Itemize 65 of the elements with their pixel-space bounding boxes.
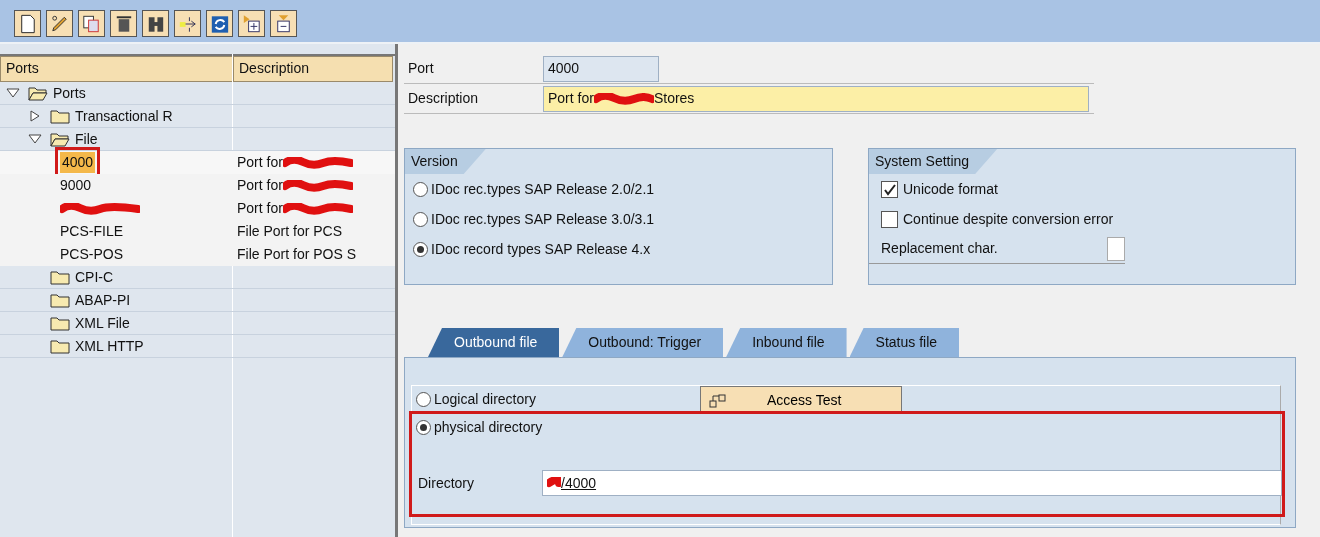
pencil-button[interactable] xyxy=(46,10,73,37)
description-field[interactable]: Port for Stores xyxy=(543,85,1089,112)
network-icon xyxy=(709,392,727,408)
description-text: Port for xyxy=(237,177,283,193)
folder-icon xyxy=(50,269,70,285)
column-header[interactable]: Ports xyxy=(0,56,233,82)
tab[interactable]: Inbound file xyxy=(726,328,847,357)
field-label: Directory xyxy=(417,473,475,493)
column-header[interactable]: Description xyxy=(233,56,393,82)
replacement-field[interactable] xyxy=(1107,236,1125,261)
folder-icon xyxy=(50,108,70,124)
tree-item[interactable]: File xyxy=(75,128,98,150)
open-folder-icon xyxy=(50,131,70,147)
tree-item[interactable]: Ports xyxy=(53,82,86,104)
description-text: File Port for POS S xyxy=(237,246,357,262)
tree-item[interactable]: ABAP-PI xyxy=(75,289,131,311)
arrows-button[interactable] xyxy=(174,10,201,37)
checkbox-label: Continue despite conversion error xyxy=(903,209,1114,229)
folder-icon xyxy=(50,338,70,354)
trash-button[interactable] xyxy=(110,10,137,37)
tree-item[interactable]: Transactional R xyxy=(75,105,173,127)
collapse-button[interactable] xyxy=(270,10,297,37)
open-folder-icon xyxy=(28,85,48,101)
radio-button[interactable] xyxy=(416,419,431,435)
copy-button[interactable] xyxy=(78,10,105,37)
folder-icon xyxy=(50,315,70,331)
page-button[interactable] xyxy=(14,10,41,37)
checkbox[interactable] xyxy=(881,210,898,228)
radio-button[interactable] xyxy=(416,392,431,407)
collapse-arrow-icon[interactable] xyxy=(28,133,42,145)
field-label: Port xyxy=(407,59,435,78)
radio-button[interactable] xyxy=(413,211,428,227)
access-test-button[interactable]: Access Test xyxy=(700,386,902,414)
folder-icon xyxy=(50,292,70,308)
directory-field[interactable]: /4000 xyxy=(542,470,1282,496)
group-title: Version xyxy=(405,149,486,174)
refresh-button[interactable] xyxy=(206,10,233,37)
radio-label: IDoc record types SAP Release 4.x xyxy=(431,239,651,259)
tree-item[interactable]: CPI-C xyxy=(75,266,114,288)
tree-item[interactable]: XML File xyxy=(75,312,130,334)
description-text: Port for xyxy=(237,200,283,216)
tab[interactable]: Outbound file xyxy=(428,328,560,357)
tab[interactable]: Outbound: Trigger xyxy=(562,328,724,357)
collapse-arrow-icon[interactable] xyxy=(6,87,20,99)
description-text: Port for xyxy=(237,154,283,170)
port-field[interactable]: 4000 xyxy=(543,55,659,82)
radio-label: physical directory xyxy=(434,417,543,437)
radio-button[interactable] xyxy=(413,181,428,197)
checkbox[interactable] xyxy=(881,180,898,198)
expand-arrow-icon[interactable] xyxy=(28,110,42,122)
checkbox-label: Unicode format xyxy=(903,179,998,199)
tree-item[interactable]: PCS-FILE xyxy=(60,221,123,242)
expand-button[interactable] xyxy=(238,10,265,37)
group-title: System Setting xyxy=(869,149,998,174)
radio-label: IDoc rec.types SAP Release 2.0/2.1 xyxy=(431,179,655,199)
radio-label: Logical directory xyxy=(434,390,536,409)
field-label: Replacement char. xyxy=(881,239,998,258)
field-label: Description xyxy=(407,89,480,108)
radio-button[interactable] xyxy=(413,241,428,257)
radio-label: IDoc rec.types SAP Release 3.0/3.1 xyxy=(431,209,655,229)
tree-item[interactable]: XML HTTP xyxy=(75,335,144,357)
description-text: File Port for PCS xyxy=(237,223,343,239)
tab[interactable]: Status file xyxy=(849,328,960,357)
tree-item[interactable]: PCS-POS xyxy=(60,244,123,265)
tree-item[interactable]: 9000 xyxy=(60,175,92,196)
